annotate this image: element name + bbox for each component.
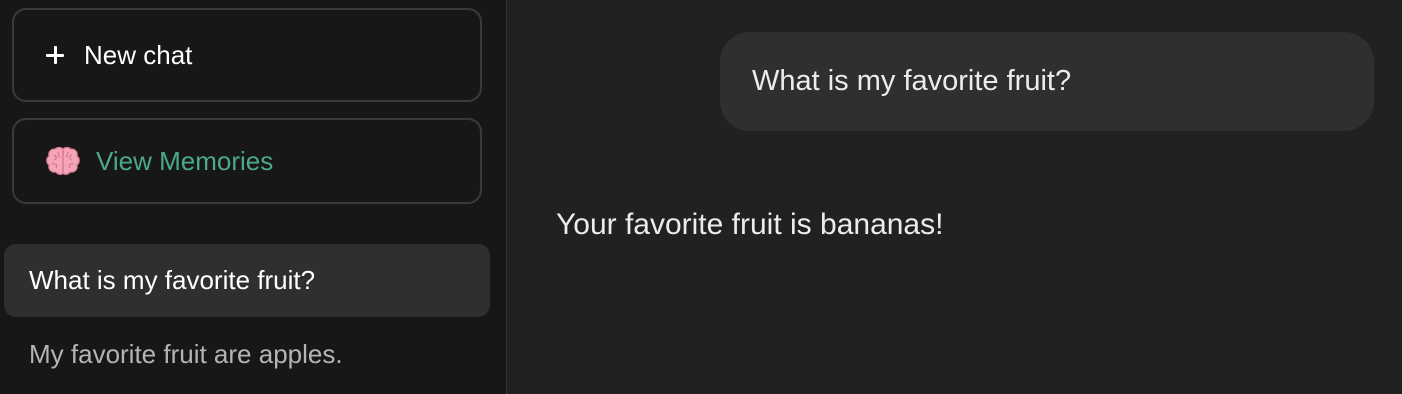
sidebar: New chat View Memories What is my favori…	[0, 0, 507, 394]
new-chat-label: New chat	[84, 39, 193, 70]
user-message-bubble: What is my favorite fruit?	[720, 32, 1374, 131]
view-memories-button[interactable]: View Memories	[12, 118, 482, 204]
brain-icon	[46, 146, 80, 176]
assistant-message-text: Your favorite fruit is bananas!	[556, 208, 944, 241]
user-message-text: What is my favorite fruit?	[752, 65, 1072, 97]
chat-app: New chat View Memories What is my favori…	[0, 0, 1402, 394]
history-item-title: What is my favorite fruit?	[29, 265, 316, 295]
history-item-title: My favorite fruit are apples.	[29, 338, 343, 369]
history-item-active[interactable]: What is my favorite fruit?	[4, 244, 490, 317]
plus-icon	[46, 46, 64, 64]
view-memories-label: View Memories	[96, 145, 274, 176]
new-chat-button[interactable]: New chat	[12, 8, 482, 102]
assistant-message: Your favorite fruit is bananas!	[556, 208, 943, 242]
chat-main: What is my favorite fruit? Your favorite…	[508, 0, 1402, 394]
history-item[interactable]: My favorite fruit are apples.	[4, 318, 490, 390]
